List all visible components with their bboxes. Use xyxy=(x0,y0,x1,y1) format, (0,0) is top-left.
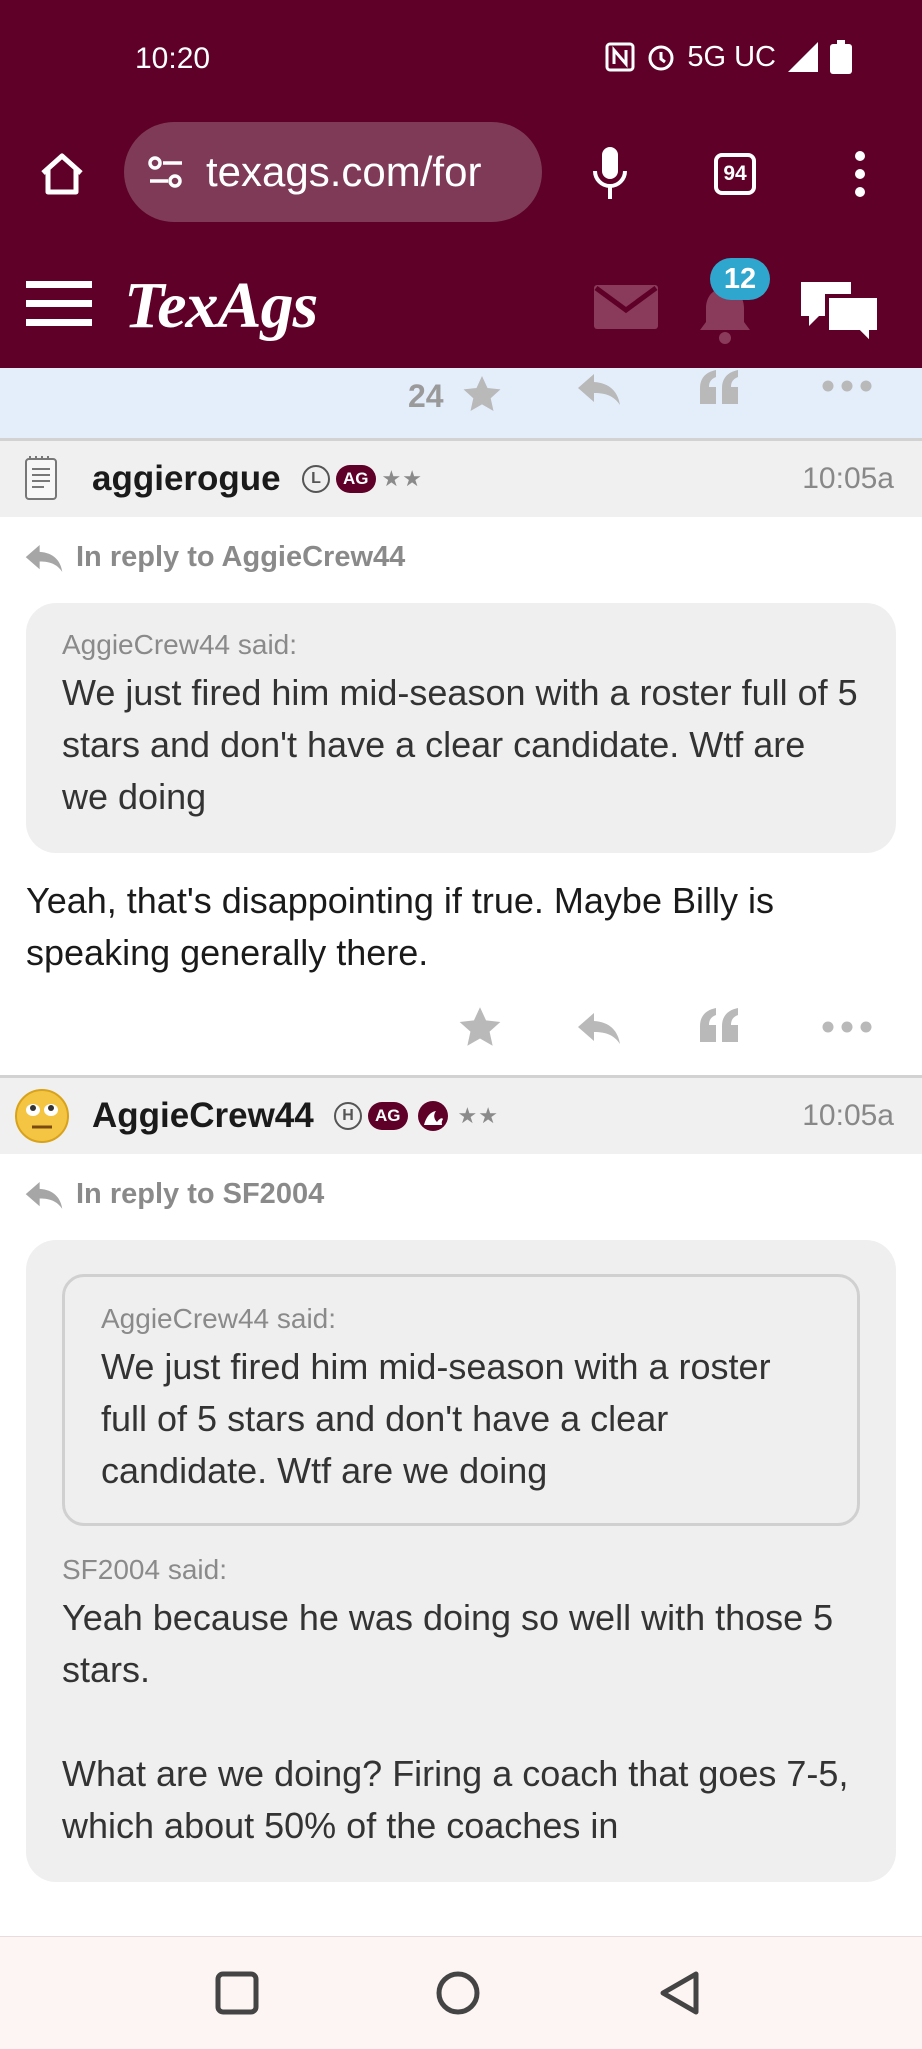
star-count: 24 xyxy=(408,378,444,414)
url-text: texags.com/for xyxy=(206,148,482,195)
user-badges: H AG ★★ xyxy=(334,1099,499,1133)
user-badges: L AG ★★ xyxy=(302,465,423,493)
more-options-icon[interactable] xyxy=(822,380,872,392)
forum-post: aggierogue L AG ★★ 10:05a In reply to Ag… xyxy=(0,441,922,1078)
nested-quote-author: AggieCrew44 said: xyxy=(101,1303,337,1334)
username[interactable]: AggieCrew44 xyxy=(92,1096,314,1136)
badge-letter: H xyxy=(334,1102,362,1130)
chat-icon[interactable] xyxy=(796,274,884,350)
quote-block: AggieCrew44 said: We just fired him mid-… xyxy=(26,603,896,853)
system-navigation-bar xyxy=(0,1936,922,2049)
quote-author: AggieCrew44 said: xyxy=(62,629,298,660)
status-bar: 10:20 5G UC xyxy=(0,0,922,120)
avatar[interactable] xyxy=(14,1088,70,1144)
quote-block: AggieCrew44 said: We just fired him mid-… xyxy=(26,1240,896,1882)
home-icon[interactable] xyxy=(30,142,94,206)
back-button-icon[interactable] xyxy=(658,1970,702,2016)
texags-logo[interactable]: TexAgs xyxy=(124,268,318,344)
post-header: aggierogue L AG ★★ 10:05a xyxy=(0,441,922,517)
quote-author: SF2004 said: xyxy=(62,1554,227,1585)
status-icons: 5G UC xyxy=(605,40,852,74)
quote-icon[interactable] xyxy=(698,370,742,404)
reply-arrow-icon xyxy=(25,1181,63,1209)
mic-icon[interactable] xyxy=(578,140,642,208)
username[interactable]: aggierogue xyxy=(92,459,281,499)
signal-icon xyxy=(788,42,818,72)
mail-icon[interactable] xyxy=(594,282,658,332)
star-icon[interactable] xyxy=(462,374,502,414)
post-actions xyxy=(0,979,922,1078)
previous-post-actions: 24 xyxy=(0,368,922,441)
bonfire-badge-icon xyxy=(417,1101,448,1131)
site-settings-icon[interactable] xyxy=(144,150,188,194)
reply-to-text: In reply to SF2004 xyxy=(76,1178,325,1210)
reply-icon[interactable] xyxy=(576,1011,622,1045)
user-stars: ★★ xyxy=(381,466,423,492)
network-type: 5G UC xyxy=(687,40,776,73)
post-time: 10:05a xyxy=(802,462,894,495)
reply-to-text: In reply to AggieCrew44 xyxy=(76,541,406,573)
thread-content: 24 aggierogue L AG ★★ 10:05a In reply to… xyxy=(0,368,922,1936)
quote-text: Yeah because he was doing so well with t… xyxy=(62,1597,834,1690)
more-options-icon[interactable] xyxy=(822,1021,872,1033)
post-header: AggieCrew44 H AG ★★ 10:05a xyxy=(0,1078,922,1154)
forum-post: AggieCrew44 H AG ★★ 10:05a In reply to S… xyxy=(0,1078,922,1882)
avatar[interactable] xyxy=(14,451,70,507)
star-icon[interactable] xyxy=(458,1005,502,1049)
notification-count-badge: 12 xyxy=(710,258,770,300)
tab-switcher-button[interactable]: 94 xyxy=(714,153,756,195)
reply-to-line[interactable]: In reply to SF2004 xyxy=(0,1154,922,1240)
browser-toolbar: texags.com/for 94 xyxy=(0,120,922,250)
badge-ag: AG xyxy=(336,465,376,493)
reply-icon[interactable] xyxy=(576,372,622,406)
reply-arrow-icon xyxy=(25,544,63,572)
badge-ag: AG xyxy=(368,1102,408,1130)
quote-icon[interactable] xyxy=(698,1007,742,1043)
battery-icon xyxy=(830,40,852,74)
user-stars: ★★ xyxy=(457,1103,499,1129)
post-time: 10:05a xyxy=(802,1099,894,1132)
nested-quote-block: AggieCrew44 said: We just fired him mid-… xyxy=(62,1274,860,1526)
nested-quote-text: We just fired him mid-season with a rost… xyxy=(101,1346,771,1491)
more-menu-icon[interactable] xyxy=(840,142,880,206)
badge-letter: L xyxy=(302,465,330,493)
post-body: Yeah, that's disappointing if true. Mayb… xyxy=(26,880,774,973)
recents-button-icon[interactable] xyxy=(215,1971,259,2015)
quote-text: We just fired him mid-season with a rost… xyxy=(62,672,858,817)
reply-to-line[interactable]: In reply to AggieCrew44 xyxy=(0,517,922,603)
alarm-icon xyxy=(648,45,674,71)
address-bar[interactable]: texags.com/for xyxy=(124,122,542,222)
hamburger-menu-icon[interactable] xyxy=(24,274,94,334)
home-button-icon[interactable] xyxy=(435,1970,481,2016)
site-header: TexAgs 12 xyxy=(0,250,922,368)
status-time: 10:20 xyxy=(135,42,211,75)
nfc-icon xyxy=(605,42,635,72)
quote-text-continued: What are we doing? Firing a coach that g… xyxy=(62,1753,849,1846)
